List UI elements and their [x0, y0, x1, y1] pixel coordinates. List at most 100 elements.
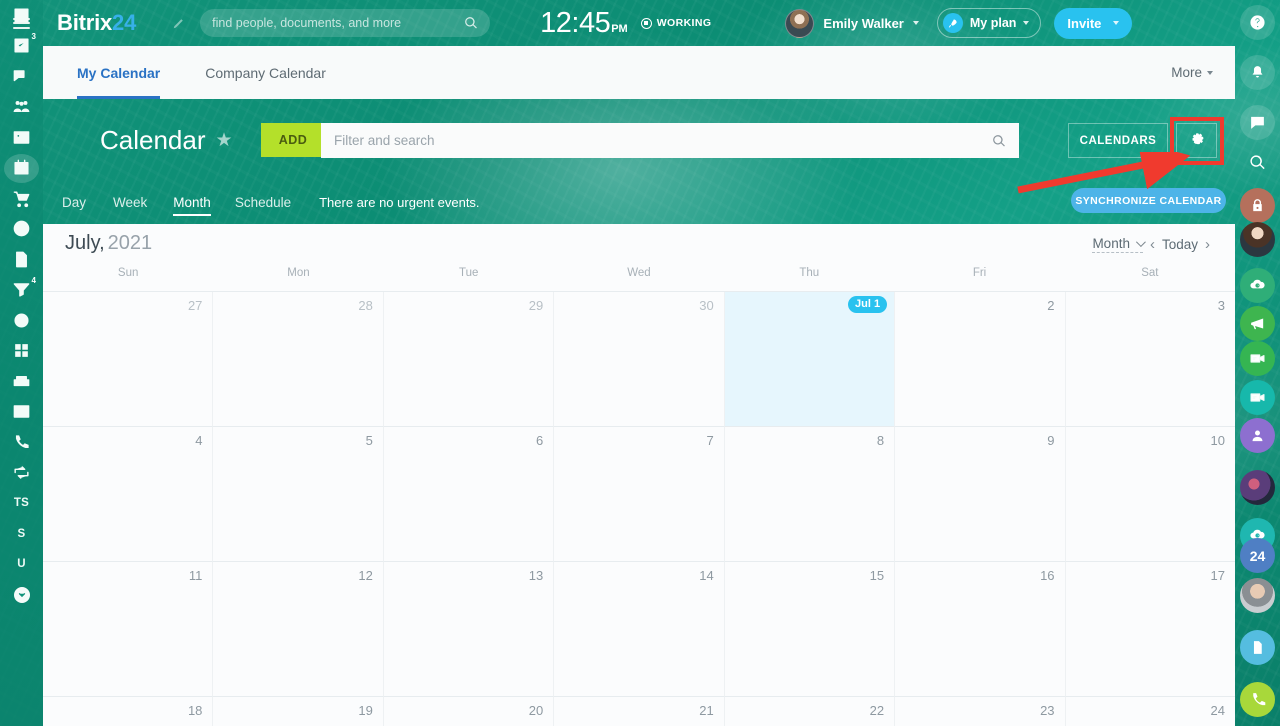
sidebar-item-documents[interactable]	[0, 244, 43, 275]
calendar-day-cell[interactable]: 12	[213, 562, 384, 697]
document-cloud-icon	[1253, 641, 1262, 654]
search-input[interactable]: find people, documents, and more	[200, 9, 491, 37]
calendar-day-cell[interactable]: 22	[724, 697, 896, 726]
tab-my-calendar[interactable]: My Calendar	[77, 46, 161, 99]
sidebar-item-sites[interactable]	[0, 397, 43, 428]
calendar-day-cell[interactable]: 14	[554, 562, 725, 697]
calendar-day-cell[interactable]: 16	[895, 562, 1066, 697]
sidebar-item-letter-ts[interactable]: TS	[0, 488, 43, 519]
page-title: Calendar ★	[100, 125, 233, 156]
calendar-day-cell[interactable]: 18	[43, 697, 214, 726]
view-day[interactable]: Day	[62, 195, 86, 210]
avatar[interactable]	[785, 8, 815, 38]
sidebar-item-automation[interactable]	[0, 458, 43, 489]
sidebar-item-printer[interactable]	[0, 366, 43, 397]
sidebar-item-store[interactable]	[0, 183, 43, 214]
help-button[interactable]	[1240, 5, 1275, 40]
announcement-button[interactable]	[1240, 306, 1275, 341]
lock-icon	[1253, 199, 1262, 212]
user-menu[interactable]: Emily Walker	[785, 8, 919, 38]
calendar-day-cell[interactable]: 7	[554, 427, 725, 562]
calendar-day-cell[interactable]: 30	[554, 292, 725, 427]
video-call-button-2[interactable]	[1240, 380, 1275, 415]
invite-button[interactable]: Invite	[1054, 7, 1133, 39]
contact-avatar-1[interactable]	[1240, 222, 1275, 257]
calendar-day-cell[interactable]: Jul 1	[724, 292, 896, 427]
sidebar-item-telephony[interactable]	[0, 427, 43, 458]
more-tabs-button[interactable]: More	[1171, 46, 1213, 99]
calendar-day-cell[interactable]: 8	[724, 427, 896, 562]
bitrix24-button[interactable]: 24	[1240, 538, 1275, 573]
calendar-day-cell[interactable]: 21	[554, 697, 725, 726]
sidebar-item-chat[interactable]	[0, 61, 43, 92]
calendar-day-cell[interactable]: 13	[383, 562, 555, 697]
my-plan-button[interactable]: My plan	[936, 8, 1042, 38]
calendar-day-cell[interactable]: 24	[1065, 697, 1235, 726]
calendar-day-cell[interactable]: 4	[43, 427, 214, 562]
day-number: 14	[699, 568, 714, 583]
week-row: 18 19 20 21 22 23 24	[43, 697, 1235, 726]
today-button[interactable]: Today	[1162, 237, 1198, 252]
day-number: 19	[358, 703, 373, 718]
day-number: 3	[1217, 298, 1225, 313]
contact-avatar-3[interactable]	[1240, 578, 1275, 613]
sidebar-collapse-button[interactable]	[0, 580, 43, 611]
messenger-button[interactable]	[1240, 105, 1275, 140]
sidebar-item-feed[interactable]	[0, 0, 43, 31]
view-week[interactable]: Week	[113, 195, 147, 210]
sidebar-item-contacts[interactable]	[0, 122, 43, 153]
calendar-day-cell[interactable]: 15	[724, 562, 896, 697]
cloud-doc-button[interactable]	[1240, 630, 1275, 665]
page-title-text: Calendar	[100, 125, 206, 155]
sidebar-item-letter-u[interactable]: U	[0, 549, 43, 580]
sidebar-item-tasks[interactable]: 3	[0, 31, 43, 62]
video-call-button-1[interactable]	[1240, 341, 1275, 376]
calendar-day-cell[interactable]: 5	[213, 427, 384, 562]
calendar-day-cell[interactable]: 19	[213, 697, 384, 726]
call-button[interactable]	[1240, 682, 1275, 717]
sidebar-item-marketing[interactable]	[0, 305, 43, 336]
star-icon[interactable]: ★	[216, 129, 233, 152]
contact-card-icon	[13, 130, 30, 144]
chevron-left-icon[interactable]: ‹	[1150, 236, 1155, 253]
calendar-day-cell[interactable]: 17	[1065, 562, 1235, 697]
day-number: 22	[869, 703, 885, 718]
sidebar-item-groups[interactable]	[0, 92, 43, 123]
sidebar-item-crm-funnel[interactable]: 4	[0, 275, 43, 306]
filter-search-input[interactable]: Filter and search	[321, 123, 1019, 158]
cloud-app-button[interactable]	[1240, 268, 1275, 303]
view-schedule[interactable]: Schedule	[235, 195, 291, 210]
gear-icon	[1191, 132, 1203, 144]
calendar-day-cell[interactable]: 3	[1065, 292, 1235, 427]
notifications-button[interactable]	[1240, 55, 1275, 90]
tab-company-calendar[interactable]: Company Calendar	[205, 46, 326, 99]
search-button[interactable]	[1240, 145, 1275, 180]
funnel-icon	[13, 283, 30, 297]
work-status-button[interactable]: WORKING	[640, 17, 712, 29]
calendar-day-cell[interactable]: 6	[383, 427, 555, 562]
sidebar-item-calendar[interactable]	[0, 153, 43, 184]
calendar-day-cell[interactable]: 27	[43, 292, 214, 427]
user-profile-button[interactable]	[1240, 418, 1275, 453]
calendar-day-cell[interactable]: 29	[383, 292, 555, 427]
sidebar-item-timeman[interactable]	[0, 214, 43, 245]
calendar-day-cell[interactable]: 11	[43, 562, 214, 697]
bitrix24-logo[interactable]: Bitrix24	[57, 10, 136, 36]
contact-avatar-2[interactable]	[1240, 470, 1275, 505]
calendar-day-cell[interactable]: 2	[895, 292, 1066, 427]
pencil-icon[interactable]	[172, 16, 186, 30]
sidebar-item-letter-s[interactable]: S	[0, 519, 43, 550]
view-label: Day	[62, 195, 87, 210]
calendar-day-cell[interactable]: 20	[383, 697, 555, 726]
view-month[interactable]: Month	[173, 195, 211, 216]
chevron-right-icon[interactable]: ›	[1205, 236, 1210, 253]
lock-app-button[interactable]	[1240, 188, 1275, 223]
calendar-day-cell[interactable]: 9	[895, 427, 1066, 562]
calendar-day-cell[interactable]: 23	[895, 697, 1066, 726]
calendar-day-cell[interactable]: 10	[1065, 427, 1235, 562]
calendar-day-cell[interactable]: 28	[213, 292, 384, 427]
weekday-header: Sat	[1141, 267, 1159, 279]
document-icon	[16, 251, 27, 268]
sidebar-item-apps[interactable]	[0, 336, 43, 367]
range-selector[interactable]: Month	[1092, 236, 1146, 253]
